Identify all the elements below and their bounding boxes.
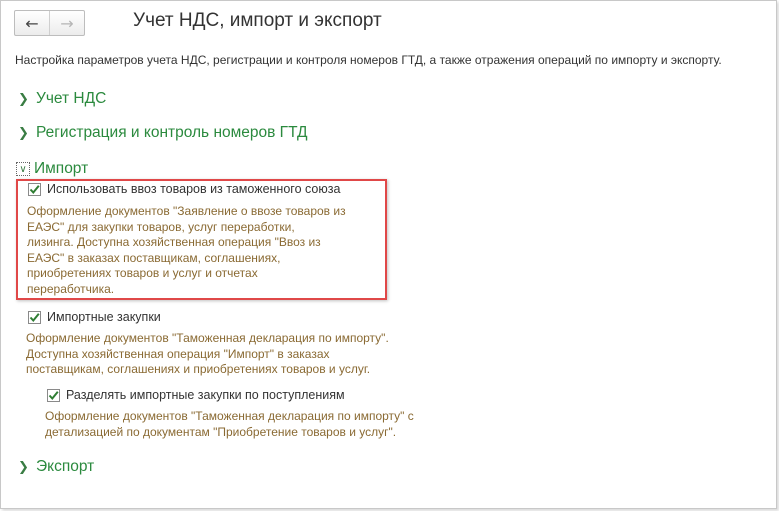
- section-gtd-header[interactable]: ❯ Регистрация и контроль номеров ГТД: [18, 124, 308, 142]
- hint-line: Оформление документов "Таможенная деклар…: [26, 331, 389, 345]
- section-export-header[interactable]: ❯ Экспорт: [18, 458, 94, 476]
- section-import-label: Импорт: [34, 160, 89, 177]
- customs-union-checkbox[interactable]: [28, 182, 41, 196]
- hint-line: ЕАЭС" для закупки товаров, услуг перераб…: [27, 219, 295, 234]
- hint-line: приобретениях товаров и услуг и отчетах: [27, 266, 258, 280]
- import-purchases-hint: Оформление документов "Таможенная деклар…: [26, 331, 389, 378]
- import-purchases-option: Импортные закупки: [28, 310, 161, 324]
- arrow-left-icon: ←: [25, 13, 39, 33]
- hint-line: детализацией по документам "Приобретение…: [45, 424, 397, 439]
- customs-union-hint: Оформление документов "Заявление о ввозе…: [27, 204, 346, 297]
- section-gtd-label: Регистрация и контроль номеров ГТД: [36, 124, 308, 141]
- section-vat-label: Учет НДС: [36, 90, 107, 107]
- customs-union-label: Использовать ввоз товаров из таможенного…: [47, 182, 341, 196]
- split-by-receipts-hint: Оформление документов "Таможенная деклар…: [45, 409, 414, 440]
- split-by-receipts-label: Разделять импортные закупки по поступлен…: [66, 388, 345, 402]
- chevron-right-icon: ❯: [18, 91, 29, 107]
- hint-line: лизинга. Доступна хозяйственная операция…: [27, 235, 321, 249]
- arrow-right-icon: →: [60, 13, 74, 33]
- checkmark-icon: [29, 184, 40, 194]
- section-import-header[interactable]: ∨ Импорт: [16, 160, 88, 178]
- hint-line: Доступна хозяйственная операция "Импорт"…: [26, 346, 330, 361]
- back-button[interactable]: ←: [15, 11, 49, 35]
- navigation-buttons: ← →: [14, 10, 85, 36]
- hint-line: поставщикам, соглашениях и приобретениях…: [26, 362, 371, 376]
- hint-line: переработчика.: [27, 281, 115, 296]
- page-description: Настройка параметров учета НДС, регистра…: [15, 53, 722, 67]
- import-purchases-checkbox[interactable]: [28, 310, 41, 324]
- section-export-label: Экспорт: [36, 458, 95, 475]
- chevron-right-icon: ❯: [18, 459, 29, 475]
- import-purchases-label: Импортные закупки: [47, 310, 161, 324]
- forward-button[interactable]: →: [49, 11, 84, 35]
- customs-union-option: Использовать ввоз товаров из таможенного…: [28, 182, 340, 196]
- chevron-right-icon: ❯: [18, 125, 29, 141]
- section-vat-header[interactable]: ❯ Учет НДС: [18, 90, 106, 108]
- page-title: Учет НДС, импорт и экспорт: [133, 10, 382, 31]
- hint-line: Оформление документов "Заявление о ввозе…: [27, 204, 346, 218]
- hint-line: ЕАЭС" в заказах поставщикам, соглашениях…: [27, 250, 281, 265]
- split-by-receipts-option: Разделять импортные закупки по поступлен…: [47, 388, 345, 402]
- checkmark-icon: [48, 390, 59, 400]
- hint-line: Оформление документов "Таможенная деклар…: [45, 409, 414, 423]
- chevron-down-icon: ∨: [16, 162, 30, 176]
- split-by-receipts-checkbox[interactable]: [47, 388, 60, 402]
- checkmark-icon: [29, 312, 40, 322]
